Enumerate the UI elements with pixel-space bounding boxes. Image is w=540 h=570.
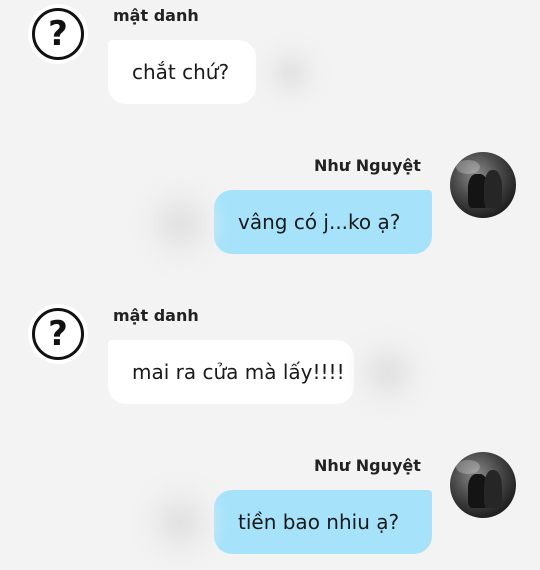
user-avatar[interactable] [450, 452, 516, 518]
message-incoming: ? mật danh mai ra cửa mà lấy!!!! [0, 300, 540, 418]
message-bubble[interactable]: tiền bao nhiu ạ? [214, 490, 432, 554]
message-text: mai ra cửa mà lấy!!!! [132, 360, 345, 384]
anonymous-avatar[interactable]: ? [28, 304, 88, 364]
question-mark-icon: ? [32, 308, 84, 360]
anonymous-avatar[interactable]: ? [28, 4, 88, 64]
blurred-reaction [258, 40, 324, 106]
blurred-reaction [140, 174, 220, 274]
message-bubble[interactable]: vâng có j...ko ạ? [214, 190, 432, 254]
photo-detail [456, 160, 480, 174]
blurred-reaction [352, 328, 424, 418]
message-incoming: ? mật danh chắt chứ? [0, 0, 540, 110]
message-text: tiền bao nhiu ạ? [238, 510, 400, 534]
question-mark-icon: ? [32, 8, 84, 60]
sender-name: Như Nguyệt [314, 156, 421, 175]
sender-name: mật danh [113, 6, 199, 25]
message-bubble[interactable]: mai ra cửa mà lấy!!!! [108, 340, 354, 404]
user-avatar[interactable] [450, 152, 516, 218]
message-text: chắt chứ? [132, 60, 230, 84]
photo-detail [456, 460, 480, 474]
message-text: vâng có j...ko ạ? [238, 210, 401, 234]
message-bubble[interactable]: chắt chứ? [108, 40, 256, 104]
sender-name: mật danh [113, 306, 199, 325]
message-outgoing: Như Nguyệt vâng có j...ko ạ? [0, 150, 540, 274]
blurred-reaction [140, 474, 220, 570]
photo-detail [484, 170, 502, 208]
photo-detail [484, 470, 502, 508]
message-outgoing: Như Nguyệt tiền bao nhiu ạ? [0, 450, 540, 570]
sender-name: Như Nguyệt [314, 456, 421, 475]
